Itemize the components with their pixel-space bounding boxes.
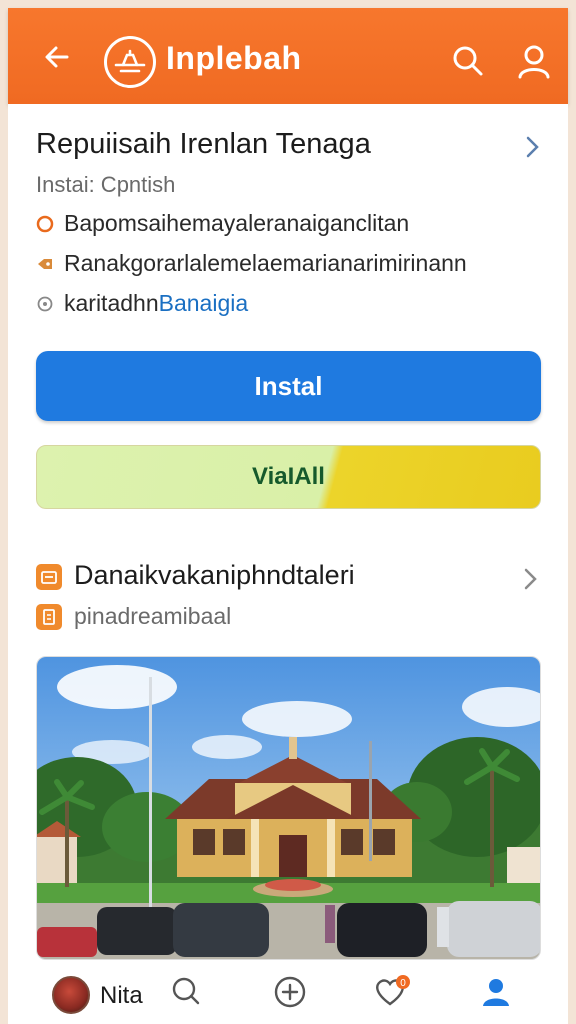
tag-icon bbox=[36, 255, 54, 273]
chevron-right-icon[interactable] bbox=[518, 564, 542, 594]
app-name: Repuiisaih Irenlan Tenaga bbox=[36, 128, 371, 160]
app-details-card: Repuiisaih Irenlan Tenaga Instai: Cpntis… bbox=[8, 104, 568, 1024]
detail-row-2: Ranakgorarlalemelaemarianarimirinann bbox=[36, 250, 467, 277]
bottom-nav: Nita 0 bbox=[8, 962, 568, 1024]
user-name[interactable]: Nita bbox=[100, 982, 143, 1010]
info-circle-icon bbox=[36, 295, 54, 313]
add-icon bbox=[274, 976, 306, 1008]
building-photo[interactable] bbox=[36, 656, 541, 960]
detail-text: Bapomsaihemayaleranaiganclitan bbox=[64, 210, 410, 236]
detail-text: Ranakgorarlalemelaemarianarimirinann bbox=[64, 250, 467, 276]
user-icon bbox=[518, 45, 550, 79]
calendar-icon bbox=[36, 564, 62, 590]
heart-icon: 0 bbox=[376, 975, 410, 1006]
detail-text: karitadhn bbox=[64, 290, 159, 316]
document-icon bbox=[36, 604, 62, 630]
search-icon bbox=[453, 46, 483, 76]
search-button[interactable] bbox=[446, 40, 490, 84]
chevron-right-icon[interactable] bbox=[520, 132, 544, 162]
search-icon bbox=[172, 977, 200, 1005]
nav-search[interactable] bbox=[166, 972, 206, 1012]
section-subtitle: pinadreamibaal bbox=[74, 603, 232, 629]
back-button[interactable] bbox=[32, 32, 82, 82]
plane-logo-icon bbox=[104, 36, 156, 88]
nav-profile[interactable] bbox=[476, 972, 516, 1012]
app-subtitle: Instai: Cpntish bbox=[36, 172, 176, 197]
profile-button[interactable] bbox=[512, 40, 556, 84]
install-button[interactable]: Instal bbox=[36, 351, 541, 421]
circle-outline-icon bbox=[36, 215, 54, 233]
nav-add[interactable] bbox=[270, 972, 310, 1012]
section-title: Danaikvakaniphndtaleri bbox=[74, 560, 355, 590]
detail-link[interactable]: Banaigia bbox=[159, 290, 249, 317]
header-bar: Inplebah bbox=[8, 8, 568, 104]
arrow-left-icon bbox=[45, 46, 69, 68]
view-all-button[interactable]: ViaIAll bbox=[36, 445, 541, 509]
app-title: Inplebah bbox=[166, 40, 302, 76]
nav-favorites[interactable]: 0 bbox=[372, 972, 412, 1012]
favorites-badge: 0 bbox=[400, 978, 406, 989]
user-icon bbox=[483, 979, 509, 1006]
avatar[interactable] bbox=[52, 976, 90, 1014]
detail-row-1: Bapomsaihemayaleranaiganclitan bbox=[36, 210, 409, 237]
detail-row-3: karitadhn Banaigia bbox=[36, 290, 248, 317]
